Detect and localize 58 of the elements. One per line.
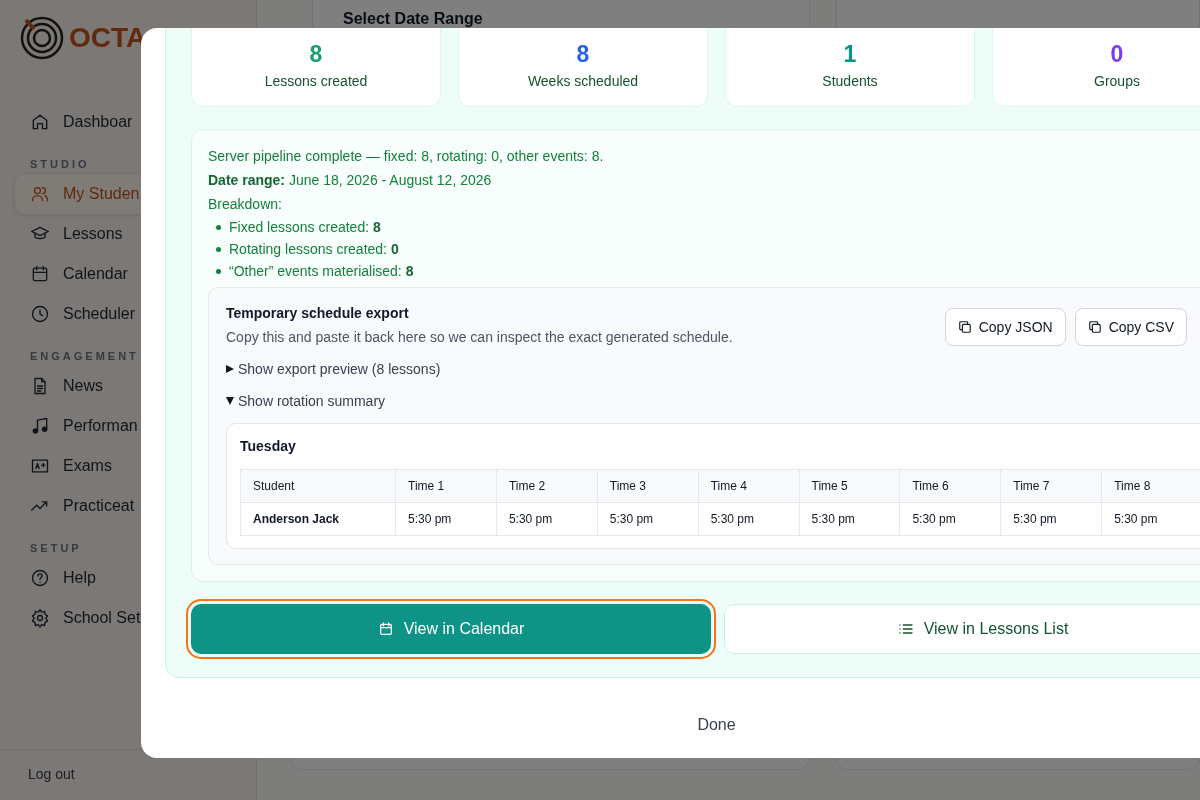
column-header: Time 3 xyxy=(597,469,699,503)
table-cell: 5:30 pm xyxy=(395,502,497,536)
stat-value: 8 xyxy=(576,40,590,68)
table-cell: 5:30 pm xyxy=(597,502,699,536)
column-header: Time 8 xyxy=(1101,469,1200,503)
calendar-icon xyxy=(30,264,50,284)
music-note-icon xyxy=(30,416,50,436)
stat-value: 8 xyxy=(309,40,323,68)
copy-button[interactable]: Copy JSON xyxy=(944,308,1066,346)
list-icon xyxy=(897,621,914,637)
section-header: STUDIO xyxy=(29,157,90,170)
stat-label: Students xyxy=(822,72,878,91)
done-button[interactable]: Done xyxy=(687,712,746,738)
copy-icon xyxy=(1087,320,1102,334)
table-cell: 5:30 pm xyxy=(698,502,799,536)
column-header: Time 4 xyxy=(698,469,799,503)
table-cell: Anderson Jack xyxy=(240,502,396,536)
stat-label: Lessons created xyxy=(264,72,368,91)
bullet-icon xyxy=(216,268,221,274)
stat-label: Weeks scheduled xyxy=(527,72,639,91)
export-description: Copy this and paste it back here so we can inspect the exact generated schedule. xyxy=(226,328,733,347)
breakdown-item: Rotating lessons created: 0 xyxy=(229,240,399,259)
stat-value: 0 xyxy=(1110,40,1124,68)
stat-value: 1 xyxy=(843,40,857,68)
stat-label: Groups xyxy=(1094,72,1140,91)
users-icon xyxy=(30,184,50,204)
table-cell: 5:30 pm xyxy=(899,502,1001,536)
column-header: Time 2 xyxy=(496,469,598,503)
section-header: ENGAGEMENT xyxy=(29,349,139,362)
table-cell: 5:30 pm xyxy=(1000,502,1102,536)
column-header: Time 1 xyxy=(395,469,497,503)
column-header: Student xyxy=(240,469,396,503)
section-header: SETUP xyxy=(29,541,82,554)
settings-icon xyxy=(30,608,50,628)
bullet-icon xyxy=(216,224,221,230)
help-icon xyxy=(30,568,50,588)
action-button[interactable]: View in Lessons List xyxy=(724,604,1200,654)
table-cell: 5:30 pm xyxy=(496,502,598,536)
logo-icon xyxy=(19,15,65,61)
disclosure-toggle[interactable]: Show export preview (8 lessons) xyxy=(226,353,1200,385)
calendar-icon xyxy=(377,621,394,637)
table-cell: 5:30 pm xyxy=(799,502,900,536)
copy-icon xyxy=(957,320,972,334)
column-header: Time 7 xyxy=(1000,469,1102,503)
day-title: Tuesday xyxy=(240,437,297,456)
logo-text: OCTA xyxy=(69,22,147,54)
pipeline-message: Server pipeline complete — fixed: 8, rotating: 0, other events: 8. xyxy=(208,147,605,166)
copy-button[interactable]: Copy CSV xyxy=(1074,308,1187,346)
disclosure-toggle[interactable]: Show rotation summary xyxy=(226,385,1200,417)
column-header: Time 5 xyxy=(799,469,900,503)
clock-icon xyxy=(30,304,50,324)
breakdown-item: “Other” events materialised: 8 xyxy=(229,262,414,281)
export-title: Temporary schedule export xyxy=(226,304,410,323)
column-header: Time 6 xyxy=(899,469,1001,503)
bullet-icon xyxy=(216,246,221,252)
home-icon xyxy=(30,112,50,132)
breakdown-item: Fixed lessons created: 8 xyxy=(229,218,381,237)
card-title: Select Date Range xyxy=(343,10,484,28)
